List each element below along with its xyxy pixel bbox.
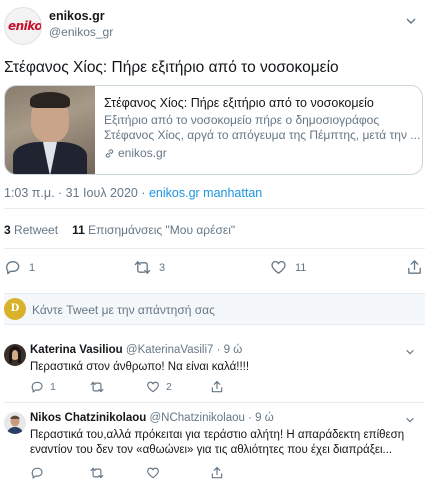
retweet-button[interactable]: 3 xyxy=(134,259,165,276)
reply-header: Nikos Chatzinikolaou @NChatzinikolaou · … xyxy=(30,412,274,424)
card-domain-text: enikos.gr xyxy=(118,146,167,160)
reply-author-handle[interactable]: @NChatzinikolaou · 9 ώ xyxy=(150,412,274,424)
reply-icon xyxy=(31,381,43,393)
link-icon xyxy=(105,148,114,158)
divider xyxy=(4,208,425,209)
chevron-down-icon[interactable] xyxy=(405,15,417,27)
divider xyxy=(4,248,425,249)
reply-author-avatar[interactable] xyxy=(4,412,26,434)
like-button[interactable]: 11 xyxy=(270,259,306,276)
chevron-down-icon[interactable] xyxy=(405,415,415,425)
tweet-meta: 1:03 π.μ. · 31 Ιουλ 2020 · enikos.gr man… xyxy=(4,186,262,200)
tweet-timestamp[interactable]: 1:03 π.μ. · 31 Ιουλ 2020 · xyxy=(4,186,149,200)
tweet-header: enikos enikos.gr @enikos_gr xyxy=(4,5,425,47)
reply-actions: 1 2 xyxy=(30,380,420,396)
reply-button[interactable] xyxy=(30,466,50,480)
share-button[interactable] xyxy=(406,259,423,276)
like-count: 2 xyxy=(166,381,172,393)
share-icon xyxy=(211,466,223,479)
reply-icon xyxy=(31,467,43,479)
reply-author-handle[interactable]: @KaterinaVasili7 · 9 ώ xyxy=(126,344,242,356)
retweet-button[interactable] xyxy=(90,466,110,480)
tweet-text: Στέφανος Χίος: Πήρε εξιτήριο από το νοσο… xyxy=(4,59,339,76)
card-description: Εξιτήριο από το νοσοκομείο πήρε ο δημοσι… xyxy=(104,113,420,143)
retweets-stat[interactable]: 3 Retweet xyxy=(4,223,58,237)
reply-text: Περαστικά στον άνθρωπο! Να είναι καλά!!!… xyxy=(30,361,250,373)
author-avatar[interactable]: enikos xyxy=(4,7,42,45)
retweet-icon xyxy=(90,467,104,479)
reply-author-name[interactable]: Katerina Vasiliou xyxy=(30,344,123,356)
share-button[interactable] xyxy=(210,466,224,480)
likes-label: Επισημάνσεις "Μου αρέσει" xyxy=(88,223,236,237)
enikos-logo: enikos xyxy=(8,19,42,33)
retweet-button[interactable] xyxy=(90,380,110,394)
reply-icon xyxy=(6,261,20,275)
tweet-stats: 3 Retweet 11 Επισημάνσεις "Μου αρέσει" xyxy=(4,223,235,237)
reply-button[interactable]: 1 xyxy=(4,259,35,276)
likes-stat[interactable]: 11 Επισημάνσεις "Μου αρέσει" xyxy=(72,223,235,237)
like-count: 11 xyxy=(295,261,307,274)
likes-count: 11 xyxy=(72,223,85,237)
card-domain: enikos.gr xyxy=(104,146,420,160)
reply-composer-placeholder[interactable]: Κάντε Tweet με την απάντησή σας xyxy=(32,303,215,317)
share-icon xyxy=(211,380,223,393)
heart-icon xyxy=(147,467,159,479)
retweet-icon xyxy=(90,381,104,393)
reply-count: 1 xyxy=(50,381,56,393)
card-title: Στέφανος Χίος: Πήρε εξιτήριο από το νοσο… xyxy=(104,96,374,110)
reply-button[interactable]: 1 xyxy=(30,380,56,394)
reply-author-avatar[interactable] xyxy=(4,344,26,366)
retweet-count: 3 xyxy=(159,261,166,274)
reply-text: Περαστικά του,αλλά πρόκειται για τεράστι… xyxy=(30,429,405,456)
reply-header: Katerina Vasiliou @KaterinaVasili7 · 9 ώ xyxy=(30,344,242,356)
reply-composer[interactable]: D Κάντε Tweet με την απάντησή σας xyxy=(4,293,425,325)
retweet-icon xyxy=(134,261,151,274)
divider xyxy=(4,402,425,403)
reply-actions xyxy=(30,466,420,482)
author-name-block[interactable]: enikos.gr @enikos_gr xyxy=(49,9,113,39)
card-thumbnail xyxy=(5,86,95,174)
heart-icon xyxy=(147,381,159,393)
retweets-count: 3 xyxy=(4,223,11,237)
chevron-down-icon[interactable] xyxy=(405,347,415,357)
card-body: Στέφανος Χίος: Πήρε εξιτήριο από το νοσο… xyxy=(104,96,420,160)
reply-tweet[interactable]: Nikos Chatzinikolaou @NChatzinikolaou · … xyxy=(0,412,425,486)
link-card[interactable]: Στέφανος Χίος: Πήρε εξιτήριο από το νοσο… xyxy=(4,85,423,175)
author-display-name[interactable]: enikos.gr xyxy=(49,9,113,23)
like-button[interactable] xyxy=(146,466,166,480)
current-user-avatar: D xyxy=(4,298,26,320)
like-button[interactable]: 2 xyxy=(146,380,172,394)
reply-author-name[interactable]: Nikos Chatzinikolaou xyxy=(30,412,146,424)
card-description-line: Εξιτήριο από το νοσοκομείο πήρε ο δημοσι… xyxy=(104,113,380,127)
tweet-actions: 1 3 11 xyxy=(4,259,425,281)
heart-icon xyxy=(271,260,286,274)
card-description-line: Στέφανος Χίος, αργά το απόγευμα της Πέμπ… xyxy=(104,128,420,142)
share-icon xyxy=(408,260,421,274)
reply-tweet[interactable]: Katerina Vasiliou @KaterinaVasili7 · 9 ώ… xyxy=(0,344,425,400)
reply-count: 1 xyxy=(29,261,36,274)
tweet-source-link[interactable]: enikos.gr manhattan xyxy=(149,186,262,200)
author-handle[interactable]: @enikos_gr xyxy=(49,25,113,39)
share-button[interactable] xyxy=(210,380,224,394)
retweets-label: Retweet xyxy=(14,223,59,237)
